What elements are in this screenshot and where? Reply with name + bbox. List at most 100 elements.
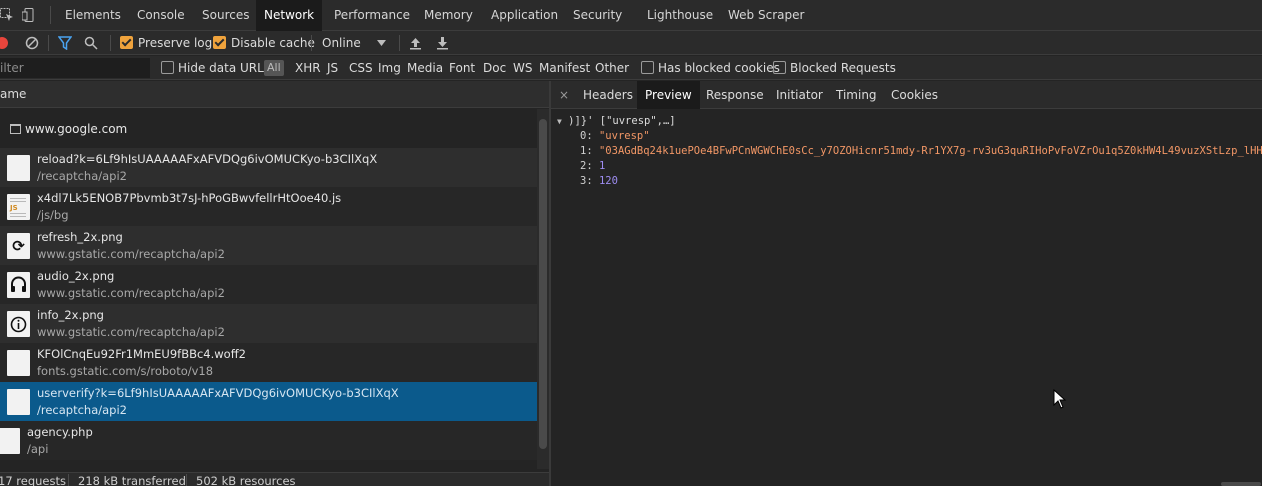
detail-tab-bar: × Headers Preview Response Initiator Tim… <box>551 81 1262 109</box>
type-filter-doc[interactable]: Doc <box>483 56 506 80</box>
json-entry: 0: "uvresp" <box>580 130 650 142</box>
type-filter-font[interactable]: Font <box>449 56 475 80</box>
tab-memory[interactable]: Memory <box>416 0 481 31</box>
tab-timing[interactable]: Timing <box>828 81 885 109</box>
tab-application[interactable]: Application <box>483 0 566 31</box>
expand-triangle-icon[interactable]: ▼ <box>557 117 562 126</box>
tab-lighthouse[interactable]: Lighthouse <box>639 0 721 31</box>
tab-response[interactable]: Response <box>698 81 772 109</box>
tab-initiator[interactable]: Initiator <box>768 81 831 109</box>
request-name: reload?k=6Lf9hIsUAAAAAFxAFVDQg6ivOMUCKyo… <box>37 152 378 166</box>
request-name: audio_2x.png <box>37 269 115 283</box>
type-filter-other[interactable]: Other <box>595 56 629 80</box>
table-row[interactable]: JS x4dl7Lk5ENOB7Pbvmb3t7sJ-hPoGBwvfellrH… <box>0 187 537 226</box>
filter-input[interactable]: ilter <box>0 58 150 78</box>
request-name: agency.php <box>27 425 93 439</box>
tab-headers[interactable]: Headers <box>575 81 641 109</box>
json-entry: 1: "03AGdBq24k1uePOe4BFwPCnWGWChE0sCc_y7… <box>580 145 1262 157</box>
toolbar-divider <box>399 35 400 51</box>
tab-elements[interactable]: Elements <box>57 0 129 31</box>
request-name: KFOlCnqEu92Fr1MmEU9fBBc4.woff2 <box>37 347 246 361</box>
blocked-requests-checkbox[interactable] <box>773 61 786 74</box>
json-entry: 3: 120 <box>580 175 618 187</box>
file-icon <box>0 428 20 454</box>
request-detail-panel: × Headers Preview Response Initiator Tim… <box>551 81 1262 486</box>
type-filter-css[interactable]: CSS <box>349 56 373 80</box>
import-har-icon[interactable] <box>409 36 422 50</box>
transferred-size: 218 kB transferred <box>78 474 186 486</box>
request-name: refresh_2x.png <box>37 230 123 244</box>
hide-data-urls-checkbox[interactable] <box>161 61 174 74</box>
json-entry: 2: 1 <box>580 160 606 172</box>
table-row-selected[interactable]: userverify?k=6Lf9hIsUAAAAAFxAFVDQg6ivOMU… <box>0 382 537 421</box>
preserve-log-label: Preserve log <box>138 36 213 50</box>
export-har-icon[interactable] <box>436 36 449 50</box>
filter-icon[interactable] <box>58 36 72 50</box>
table-row[interactable]: audio_2x.png www.gstatic.com/recaptcha/a… <box>0 265 537 304</box>
inspect-element-icon[interactable] <box>0 8 14 22</box>
type-filter-img[interactable]: Img <box>378 56 401 80</box>
close-icon[interactable]: × <box>559 81 569 109</box>
json-root[interactable]: ▼ )]}' ["uvresp",…] <box>557 114 676 129</box>
info-icon <box>7 311 30 337</box>
table-row[interactable]: KFOlCnqEu92Fr1MmEU9fBBc4.woff2 fonts.gst… <box>0 343 537 382</box>
request-path: www.gstatic.com/recaptcha/api2 <box>37 247 225 261</box>
type-filter-xhr[interactable]: XHR <box>295 56 321 80</box>
type-filter-all[interactable]: All <box>264 60 284 76</box>
has-blocked-cookies-checkbox[interactable] <box>641 61 654 74</box>
clear-icon[interactable] <box>25 36 39 50</box>
search-icon[interactable] <box>84 36 98 50</box>
device-toolbar-icon[interactable] <box>22 8 36 22</box>
request-count: 17 requests <box>0 474 66 486</box>
type-filter-media[interactable]: Media <box>407 56 443 80</box>
tab-network[interactable]: Network <box>256 0 323 31</box>
type-filter-js[interactable]: JS <box>327 56 338 80</box>
tab-sources[interactable]: Sources <box>194 0 257 31</box>
json-preview: ▼ )]}' ["uvresp",…] 0: "uvresp" 1: "03AG… <box>551 110 1262 480</box>
blocked-requests-label: Blocked Requests <box>790 61 896 75</box>
js-file-icon: JS <box>7 194 30 220</box>
request-path: /recaptcha/api2 <box>37 169 127 183</box>
request-group[interactable]: www.google.com <box>0 109 537 148</box>
refresh-icon: ⟳ <box>7 233 30 259</box>
toolbar-divider <box>110 35 111 51</box>
type-filter-ws[interactable]: WS <box>513 56 532 80</box>
table-row[interactable]: agency.php /api <box>0 421 537 460</box>
tab-cookies[interactable]: Cookies <box>883 81 946 109</box>
has-blocked-cookies-label: Has blocked cookies <box>658 61 780 75</box>
type-filter-manifest[interactable]: Manifest <box>539 56 590 80</box>
record-icon[interactable] <box>0 36 9 50</box>
request-path: www.gstatic.com/recaptcha/api2 <box>37 325 225 339</box>
resources-size: 502 kB resources <box>196 474 296 486</box>
request-list-scrollbar[interactable] <box>537 109 549 469</box>
disable-cache-checkbox[interactable] <box>213 36 226 49</box>
name-column-header[interactable]: ame <box>0 81 549 108</box>
request-path: www.gstatic.com/recaptcha/api2 <box>37 286 225 300</box>
network-toolbar: Preserve log Disable cache Online <box>0 31 1262 55</box>
hide-data-urls-label: Hide data URLs <box>178 61 271 75</box>
disable-cache-label: Disable cache <box>231 36 315 50</box>
tab-security[interactable]: Security <box>565 0 630 31</box>
preserve-log-checkbox[interactable] <box>120 36 133 49</box>
tab-preview[interactable]: Preview <box>637 81 700 109</box>
preview-horizontal-scrollbar[interactable] <box>1221 482 1261 486</box>
filter-bar: ilter Hide data URLs All XHR JS CSS Img … <box>0 56 1262 80</box>
table-row[interactable]: info_2x.png www.gstatic.com/recaptcha/ap… <box>0 304 537 343</box>
frame-icon <box>10 124 21 134</box>
request-name: userverify?k=6Lf9hIsUAAAAAFxAFVDQg6ivOMU… <box>37 386 399 400</box>
request-name: info_2x.png <box>37 308 104 322</box>
scrollbar-thumb[interactable] <box>539 119 547 449</box>
table-row[interactable]: reload?k=6Lf9hIsUAAAAAFxAFVDQg6ivOMUCKyo… <box>0 148 537 187</box>
table-row[interactable]: ⟳ refresh_2x.png www.gstatic.com/recaptc… <box>0 226 537 265</box>
request-name: x4dl7Lk5ENOB7Pbvmb3t7sJ-hPoGBwvfellrHtOo… <box>37 191 342 205</box>
tab-performance[interactable]: Performance <box>326 0 418 31</box>
request-path: /api <box>27 442 49 456</box>
toolbar-divider <box>48 35 49 51</box>
tab-web-scraper[interactable]: Web Scraper <box>720 0 812 31</box>
mouse-cursor-icon <box>1053 389 1067 409</box>
request-list-panel: ame www.google.com reload?k=6Lf9hIsUAAAA… <box>0 81 549 486</box>
throttling-select[interactable]: Online <box>322 31 361 55</box>
devtools-tab-bar: Elements Console Sources Network Perform… <box>0 0 1262 31</box>
tab-console[interactable]: Console <box>129 0 193 31</box>
request-path: /recaptcha/api2 <box>37 403 127 417</box>
